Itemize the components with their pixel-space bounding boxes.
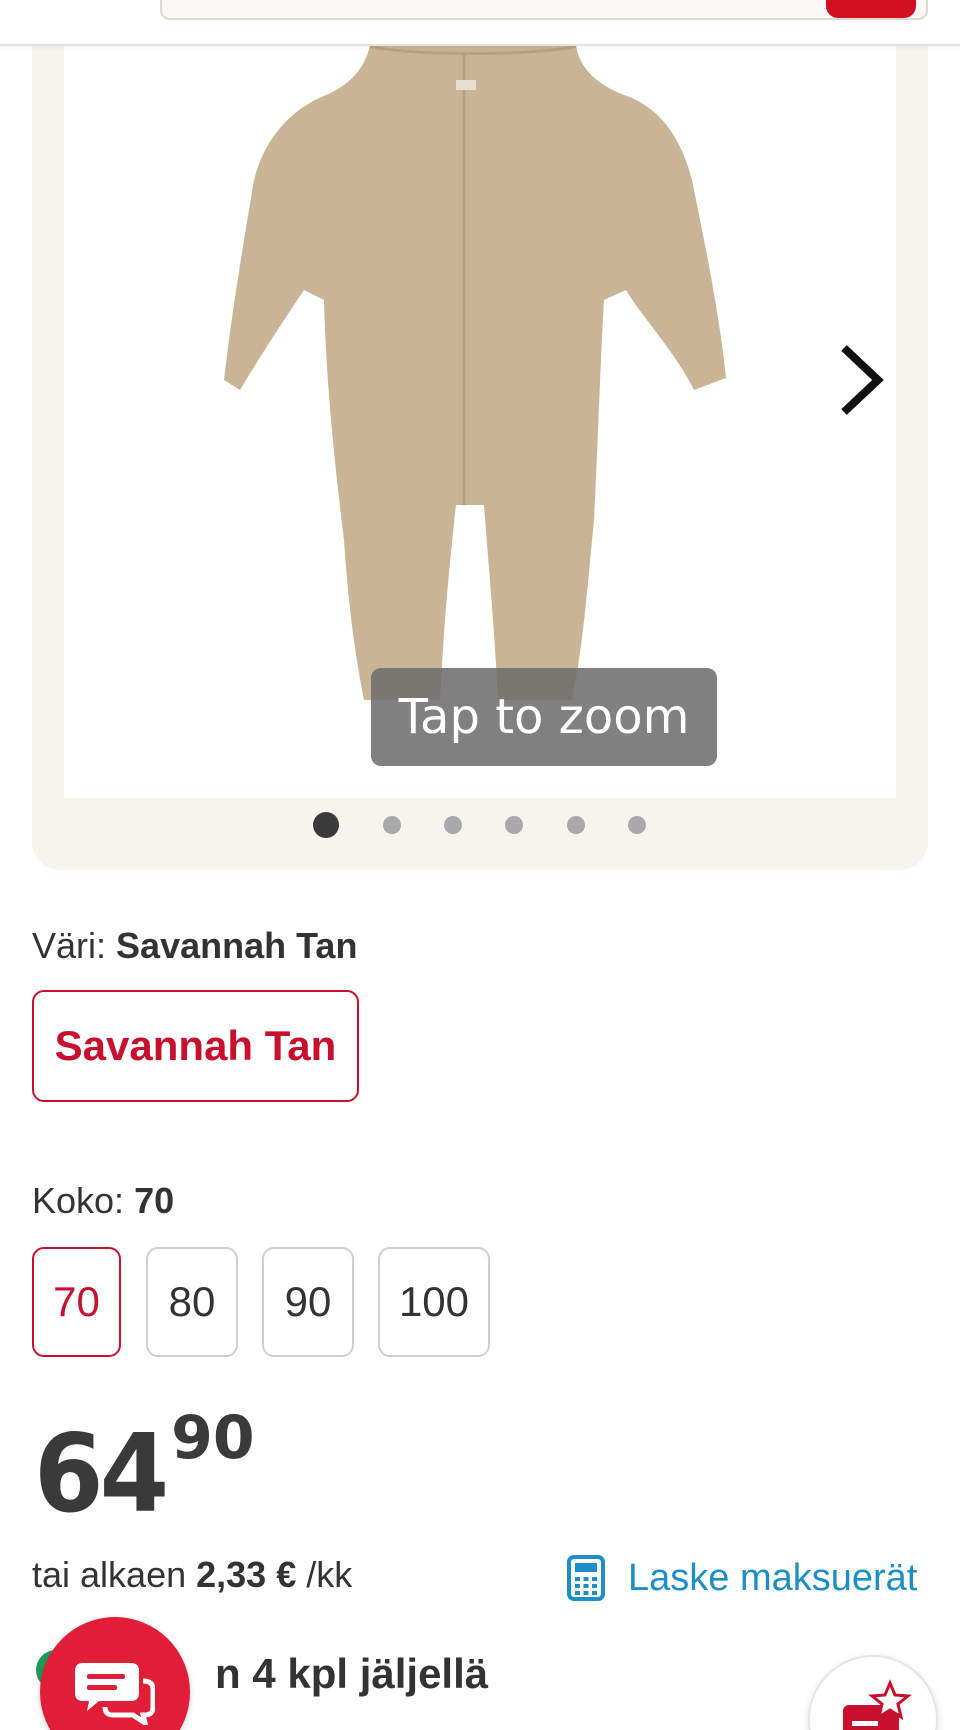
size-label-text: Koko: bbox=[32, 1180, 125, 1221]
calculate-installments-link[interactable]: Laske maksuerät bbox=[566, 1550, 917, 1606]
installment-amount: 2,33 € bbox=[196, 1554, 297, 1595]
gallery-dot-3[interactable] bbox=[444, 816, 462, 834]
price-whole: 64 bbox=[34, 1410, 169, 1537]
product-price: 64 90 bbox=[34, 1403, 255, 1537]
product-image[interactable]: Tap to zoom bbox=[64, 0, 896, 798]
tap-to-zoom-hint: Tap to zoom bbox=[371, 668, 717, 766]
installment-suffix: /kk bbox=[306, 1554, 353, 1595]
size-option-80[interactable]: 80 bbox=[146, 1247, 238, 1357]
installment-info: tai alkaen 2,33 € /kk bbox=[32, 1554, 352, 1596]
chat-icon bbox=[75, 1663, 155, 1725]
wishlist-button[interactable] bbox=[808, 1655, 938, 1730]
color-selected-value: Savannah Tan bbox=[116, 925, 358, 966]
calculator-icon bbox=[567, 1555, 605, 1601]
price-cents: 90 bbox=[171, 1403, 255, 1473]
color-label-text: Väri: bbox=[32, 925, 107, 966]
size-selected-value: 70 bbox=[134, 1180, 175, 1221]
header-bar bbox=[0, 0, 960, 46]
gallery-pagination bbox=[32, 811, 928, 839]
wishlist-star-icon bbox=[843, 1679, 912, 1730]
size-option-90[interactable]: 90 bbox=[262, 1247, 354, 1357]
size-option-100[interactable]: 100 bbox=[378, 1247, 490, 1357]
gallery-dot-4[interactable] bbox=[505, 816, 523, 834]
color-option-savannah-tan[interactable]: Savannah Tan bbox=[32, 990, 359, 1102]
gallery-dot-6[interactable] bbox=[628, 816, 646, 834]
stock-status-text: n 4 kpl jäljellä bbox=[215, 1650, 489, 1697]
size-option-70[interactable]: 70 bbox=[32, 1247, 121, 1357]
size-label: Koko: 70 bbox=[32, 1180, 174, 1222]
gallery-dot-5[interactable] bbox=[567, 816, 585, 834]
chat-button[interactable] bbox=[40, 1617, 190, 1730]
next-image-button[interactable] bbox=[822, 320, 896, 440]
gallery-dot-2[interactable] bbox=[383, 816, 401, 834]
chevron-right-icon bbox=[841, 345, 884, 415]
color-label: Väri: Savannah Tan bbox=[32, 925, 357, 967]
search-input[interactable] bbox=[160, 0, 928, 20]
calculate-installments-label: Laske maksuerät bbox=[628, 1556, 918, 1599]
search-button[interactable] bbox=[826, 0, 916, 18]
installment-prefix: tai alkaen bbox=[32, 1554, 187, 1595]
product-gallery: Tap to zoom bbox=[32, 0, 928, 870]
gallery-dot-1[interactable] bbox=[313, 812, 339, 838]
